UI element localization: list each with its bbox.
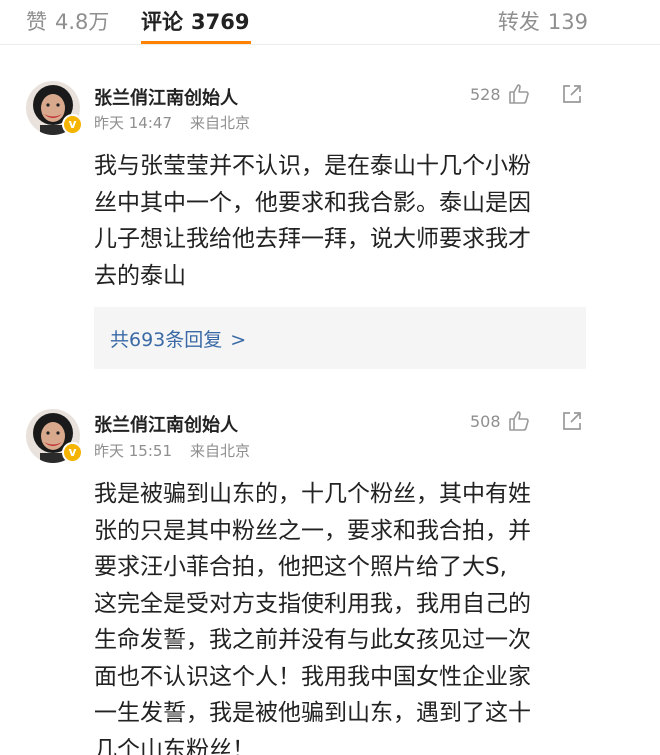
comment-text-line: 我是被骗到山东的，十几个粉丝，其中有姓 [94,481,531,507]
comment-text-line: 几个山东粉丝！ [94,736,255,755]
comment-text-line: 这完全是受对方支指使利用我，我用自己的 [94,590,531,617]
comment-text-line: 我与张莹莹并不认识，是在泰山十几个小粉 [94,153,531,179]
comment-text-line: 去的泰山 [94,262,186,289]
tab-comments-label: 评论 [141,10,183,34]
comment-time: 昨天 14:47 [94,114,172,132]
comment-text: 我与张莹莹并不认识，是在泰山十几个小粉 丝中其中一个，他要求和我合影。泰山是因 … [94,148,594,294]
tab-reposts-count: 139 [547,10,588,34]
comment-text-line: 一生发誓，我是被他骗到山东，遇到了这十 [94,700,531,726]
tabs-divider [0,44,660,45]
comment-tabs: 赞 4.8万 评论 3769 转发 139 [0,0,660,44]
replies-box[interactable]: 共693条回复 > [94,307,586,369]
like-count: 528 [470,85,501,104]
thumbs-up-icon[interactable] [507,409,531,433]
verified-badge-icon: v [62,114,83,135]
tab-reposts-label: 转发 [497,10,540,34]
tab-likes[interactable]: 赞 4.8万 [26,6,109,36]
share-icon[interactable] [561,410,583,432]
comment-meta: 昨天 15:51 来自北京 [94,440,250,461]
thumbs-up-icon[interactable] [507,82,531,106]
view-replies-link[interactable]: 共693条回复 > [110,325,246,352]
tab-reposts[interactable]: 转发 139 [498,6,588,36]
comment-text-line: 生命发誓，我之前并没有与此女孩见过一次 [94,627,531,653]
tab-comments[interactable]: 评论 3769 [141,6,249,36]
tab-likes-count: 4.8万 [55,10,110,34]
username[interactable]: 张兰俏江南创始人 [94,411,238,437]
comment-text-line: 张的只是其中粉丝之一，要求和我合拍，并 [94,517,531,544]
comment-source: 来自北京 [190,442,251,460]
comment-text-line: 面也不认识这个人！我用我中国女性企业家 [94,663,531,690]
comment-source: 来自北京 [190,114,251,132]
username[interactable]: 张兰俏江南创始人 [94,84,238,110]
like-count: 508 [470,412,501,431]
share-icon[interactable] [561,83,583,105]
comment-text: 我是被骗到山东的，十几个粉丝，其中有姓 张的只是其中粉丝之一，要求和我合拍，并 … [94,476,594,755]
comment-meta: 昨天 14:47 来自北京 [94,112,250,133]
verified-badge-icon: v [62,442,83,463]
comment-text-line: 丝中其中一个，他要求和我合影。泰山是因 [94,189,531,216]
chevron-right-icon: > [230,329,247,351]
comment-time: 昨天 15:51 [94,442,172,460]
replies-count-text: 共693条回复 [110,329,223,351]
comment-text-line: 儿子想让我给他去拜一拜，说大师要求我才 [94,226,531,252]
tab-likes-label: 赞 [26,10,47,34]
comment-text-line: 要求汪小菲合拍，他把这个照片给了大S, [94,554,507,580]
tab-comments-count: 3769 [191,10,250,34]
